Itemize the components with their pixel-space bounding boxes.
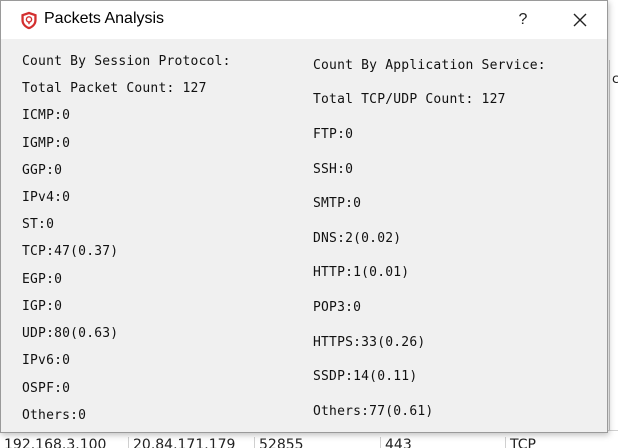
background-cell-protocol: TCP	[505, 437, 536, 448]
background-cell-destination: 20.84.171.179	[128, 437, 235, 448]
protocol-count-item: IPv4:0	[22, 190, 71, 205]
close-button[interactable]	[560, 5, 600, 35]
service-count-item: HTTPS:33(0.26)	[313, 335, 426, 350]
protocol-count-item: UDP:80(0.63)	[22, 326, 119, 341]
protocol-count-item: IGMP:0	[22, 136, 71, 151]
dialog-title: Packets Analysis	[44, 10, 165, 27]
protocol-count-item: TCP:47(0.37)	[22, 244, 119, 259]
background-cell-dst-port: 443	[380, 437, 412, 448]
protocol-count-item: IPv6:0	[22, 353, 71, 368]
service-count-item: POP3:0	[313, 300, 362, 315]
application-service-heading: Count By Application Service:	[313, 58, 546, 73]
protocol-count-item: EGP:0	[22, 272, 63, 287]
packets-analysis-dialog: Packets Analysis ? Count By Session Prot…	[0, 0, 608, 433]
shield-icon	[21, 11, 37, 30]
session-protocol-total: Total Packet Count: 127	[22, 81, 207, 96]
background-column-strip: co	[609, 60, 618, 447]
protocol-count-item: ICMP:0	[22, 108, 71, 123]
service-count-item: HTTP:1(0.01)	[313, 265, 410, 280]
dialog-titlebar[interactable]: Packets Analysis ?	[1, 1, 607, 39]
protocol-count-item: Others:0	[22, 408, 87, 423]
protocol-count-item: OSPF:0	[22, 381, 71, 396]
service-count-item: DNS:2(0.02)	[313, 231, 402, 246]
background-cell-src-port: 52855	[254, 437, 304, 448]
session-protocol-heading: Count By Session Protocol:	[22, 54, 231, 69]
service-count-item: SSH:0	[313, 162, 354, 177]
service-count-item: FTP:0	[313, 127, 354, 142]
background-cell-source: 192.168.3.100	[4, 437, 107, 448]
close-icon	[573, 13, 587, 27]
dialog-content: Count By Session Protocol: Total Packet …	[1, 39, 607, 432]
protocol-count-item: GGP:0	[22, 163, 63, 178]
protocol-count-item: ST:0	[22, 217, 55, 232]
background-fragment-text: co	[612, 72, 618, 87]
service-count-item: SSDP:14(0.11)	[313, 369, 418, 384]
help-button[interactable]: ?	[506, 5, 540, 35]
protocol-count-item: IGP:0	[22, 299, 63, 314]
service-count-item: Others:77(0.61)	[313, 404, 434, 419]
service-count-item: SMTP:0	[313, 196, 362, 211]
application-service-total: Total TCP/UDP Count: 127	[313, 92, 506, 107]
